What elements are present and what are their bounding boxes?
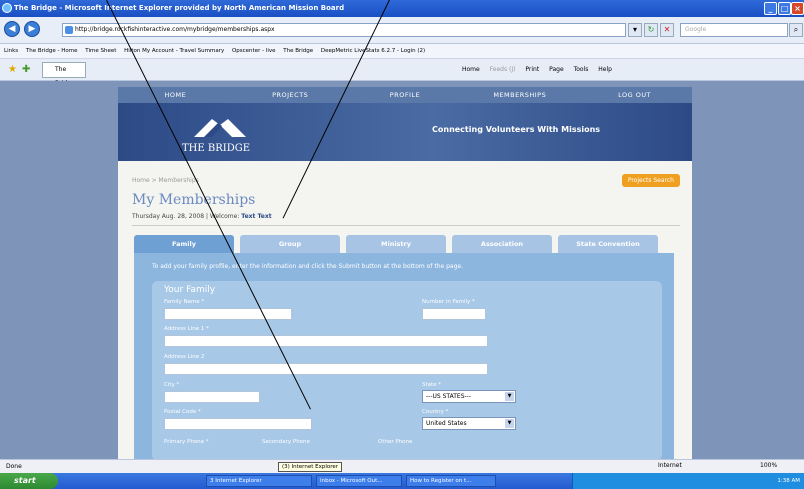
tools-button[interactable]: Tools — [574, 66, 589, 73]
status-text: Done — [6, 463, 22, 470]
add-favorites-icon[interactable]: ✚ — [22, 64, 30, 75]
family-form-panel: To add your family profile, enter the in… — [134, 253, 674, 459]
link-item[interactable]: Time Sheet — [85, 48, 116, 54]
tab-family[interactable]: Family — [134, 235, 234, 253]
stop-icon[interactable]: ✕ — [660, 23, 674, 37]
status-bar: Done — [0, 459, 804, 473]
city-label: City * — [164, 382, 180, 388]
welcome-user: Text Text — [241, 213, 272, 220]
links-label: Links — [4, 48, 19, 54]
search-input[interactable]: Google — [680, 23, 788, 37]
number-in-family-input[interactable] — [422, 308, 486, 320]
family-name-label: Family Name * — [164, 299, 205, 305]
help-button[interactable]: Help — [598, 66, 612, 73]
favorites-star-icon[interactable]: ★ — [8, 64, 17, 75]
instructions: To add your family profile, enter the in… — [152, 263, 464, 270]
family-form: Your Family Family Name * Number in Fami… — [152, 281, 662, 459]
postal-code-input[interactable] — [164, 418, 312, 430]
search-icon[interactable]: ⌕ — [789, 23, 803, 37]
page-icon — [65, 26, 73, 34]
nav-logout[interactable]: LOG OUT — [577, 87, 692, 103]
projects-search-button[interactable]: Projects Search — [621, 174, 680, 187]
dropdown-arrow-icon[interactable]: ▾ — [628, 23, 642, 37]
date-welcome: Thursday Aug. 28, 2008 | Welcome: Text T… — [132, 213, 272, 220]
site-logo-text[interactable]: THE BRIDGE — [182, 143, 250, 154]
page-viewport: HOME PROJECTS PROFILE MEMBERSHIPS LOG OU… — [0, 81, 804, 459]
state-select[interactable]: ---US STATES--- ▼ — [422, 390, 516, 403]
postal-code-label: Postal Code * — [164, 409, 201, 415]
address2-label: Address Line 2 — [164, 354, 205, 360]
date-text: Thursday Aug. 28, 2008 | Welcome: — [132, 213, 240, 220]
print-button[interactable]: Print — [525, 66, 539, 73]
site-tagline: Connecting Volunteers With Missions — [432, 125, 601, 134]
zoom-level[interactable]: 100% — [760, 462, 777, 469]
taskbar-item-ie[interactable]: 3 Internet Explorer — [206, 475, 312, 487]
links-bar: Links The Bridge - Home Time Sheet Hilto… — [0, 44, 804, 59]
system-tray: 1:38 AM — [572, 473, 804, 489]
address2-input[interactable] — [164, 363, 488, 375]
tab-association[interactable]: Association — [452, 235, 552, 253]
tab-ministry[interactable]: Ministry — [346, 235, 446, 253]
nav-profile[interactable]: PROFILE — [348, 87, 463, 103]
forward-icon[interactable]: ▶ — [24, 21, 40, 37]
close-button[interactable]: × — [791, 2, 804, 15]
window-title: The Bridge - Microsoft Internet Explorer… — [14, 4, 345, 12]
site-nav: HOME PROJECTS PROFILE MEMBERSHIPS LOG OU… — [118, 87, 692, 103]
windows-taskbar: start 3 Internet Explorer Inbox - Micros… — [0, 473, 804, 489]
country-label: Country * — [422, 409, 449, 415]
link-item[interactable]: Hilton My Account - Travel Summary — [124, 48, 224, 54]
clock[interactable]: 1:38 AM — [777, 478, 800, 484]
link-item[interactable]: The Bridge - Home — [26, 48, 78, 54]
country-value: United States — [426, 420, 467, 427]
url-input[interactable]: http://bridge.rockfishinteractive.com/my… — [62, 23, 626, 37]
ie-icon — [2, 3, 12, 13]
link-item[interactable]: DeepMetric LiveStats 6.2.7 - Login (2) — [321, 48, 425, 54]
breadcrumb[interactable]: Home > Memberships — [132, 177, 199, 184]
nav-memberships[interactable]: MEMBERSHIPS — [462, 87, 577, 103]
secondary-phone-label: Secondary Phone — [262, 439, 310, 445]
start-button[interactable]: start — [0, 473, 58, 489]
tab-state-convention[interactable]: State Convention — [558, 235, 658, 253]
city-input[interactable] — [164, 391, 260, 403]
command-bar: Home Feeds (J) Print Page Tools Help — [462, 64, 620, 76]
tab-group[interactable]: Group — [240, 235, 340, 253]
page-button[interactable]: Page — [549, 66, 564, 73]
chevron-down-icon: ▼ — [505, 392, 514, 401]
address1-input[interactable] — [164, 335, 488, 347]
nav-projects[interactable]: PROJECTS — [233, 87, 348, 103]
form-heading: Your Family — [164, 285, 216, 295]
other-phone-label: Other Phone — [378, 439, 413, 445]
feeds-button[interactable]: Feeds (J) — [490, 66, 516, 73]
taskbar-tooltip: (3) Internet Explorer — [278, 462, 343, 472]
tab-bar: ★ ✚ The Bridge Home Feeds (J) Print Page… — [0, 59, 804, 87]
window-titlebar: The Bridge - Microsoft Internet Explorer… — [0, 0, 804, 17]
membership-tabs: Family Group Ministry Association State … — [134, 235, 674, 253]
nav-home[interactable]: HOME — [118, 87, 233, 103]
link-item[interactable]: The Bridge — [283, 48, 313, 54]
site-banner: THE BRIDGE Connecting Volunteers With Mi… — [118, 103, 692, 161]
minimize-button[interactable]: _ — [764, 2, 777, 15]
page-title: My Memberships — [132, 192, 256, 208]
refresh-icon[interactable]: ↻ — [644, 23, 658, 37]
number-in-family-label: Number in Family * — [422, 299, 475, 305]
link-item[interactable]: Opscenter - live — [232, 48, 276, 54]
security-zone[interactable]: Internet — [658, 462, 682, 469]
taskbar-item-outlook[interactable]: Inbox - Microsoft Out... — [316, 475, 402, 487]
browser-tab[interactable]: The Bridge — [42, 62, 86, 87]
site-container: HOME PROJECTS PROFILE MEMBERSHIPS LOG OU… — [118, 87, 692, 459]
taskbar-item-doc[interactable]: How to Register on t... — [406, 475, 496, 487]
maximize-button[interactable]: □ — [778, 2, 791, 15]
state-label: State * — [422, 382, 442, 388]
family-name-input[interactable] — [164, 308, 292, 320]
primary-phone-label: Primary Phone * — [164, 439, 209, 445]
back-icon[interactable]: ◀ — [4, 21, 20, 37]
country-select[interactable]: United States ▼ — [422, 417, 516, 430]
hands-logo-icon — [194, 119, 246, 137]
state-value: ---US STATES--- — [426, 393, 472, 400]
address1-label: Address Line 1 * — [164, 326, 209, 332]
chevron-down-icon: ▼ — [505, 419, 514, 428]
url-text: http://bridge.rockfishinteractive.com/my… — [75, 26, 275, 33]
divider — [132, 225, 680, 226]
home-button[interactable]: Home — [462, 66, 480, 73]
